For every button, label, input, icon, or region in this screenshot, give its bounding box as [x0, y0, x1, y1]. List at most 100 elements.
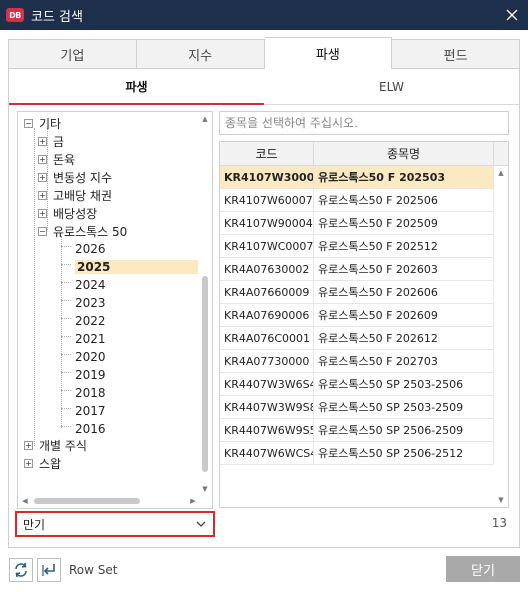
tree-node-eurostoxx50[interactable]: − 유로스톡스 50 — [38, 222, 127, 240]
expand-icon[interactable]: + — [38, 136, 47, 146]
result-count: 13 — [491, 516, 507, 530]
table-row-selected[interactable]: KR4107W30000 유로스톡스50 F 202503 — [220, 166, 494, 189]
tree-node-individual-stock[interactable]: + 개별 주식 — [24, 436, 87, 454]
scroll-down-icon[interactable]: ▼ — [496, 495, 506, 505]
table-row[interactable]: KR4A07630002 유로스톡스50 F 202603 — [220, 258, 494, 281]
scroll-thumb[interactable] — [202, 276, 208, 472]
year-label: 2020 — [75, 350, 106, 364]
subtab-derivatives[interactable]: 파생 — [9, 69, 264, 105]
table-row[interactable]: KR4407W3W6S4 유로스톡스50 SP 2503-2506 — [220, 373, 494, 396]
tree-node-year[interactable]: 2024 — [75, 276, 106, 294]
tree-vertical-scrollbar[interactable]: ▲ ▼ — [200, 114, 210, 494]
title-bar: DB 코드 검색 — [0, 0, 528, 30]
expand-icon[interactable]: + — [24, 458, 33, 468]
table-row[interactable]: KR4A076C0001 유로스톡스50 F 202612 — [220, 327, 494, 350]
subtab-elw[interactable]: ELW — [264, 69, 519, 104]
derivatives-panel: 파생 ELW − 기타 + 금 + 돈육 + 변동성 지수 + 고배당 채권 +… — [8, 69, 520, 548]
table-row[interactable]: KR4A07690006 유로스톡스50 F 202609 — [220, 304, 494, 327]
tree-node-other[interactable]: − 기타 — [24, 114, 61, 132]
grid-vertical-scrollbar[interactable]: ▲ ▼ — [496, 168, 506, 505]
name-cell: 유로스톡스50 F 202603 — [314, 258, 494, 280]
tree-node-year[interactable]: 2026 — [75, 240, 106, 258]
close-button[interactable]: 닫기 — [446, 556, 520, 582]
tree-node-year[interactable]: 2021 — [75, 330, 106, 348]
collapse-icon[interactable]: − — [24, 118, 33, 128]
stock-grid[interactable]: 코드 종목명 KR4107W30000 유로스톡스50 F 202503 KR41… — [219, 141, 509, 508]
name-cell: 유로스톡스50 F 202612 — [314, 327, 494, 349]
tree-node-dividend-growth[interactable]: + 배당성장 — [38, 204, 97, 222]
table-row[interactable]: KR4107W90004 유로스톡스50 F 202509 — [220, 212, 494, 235]
name-cell: 유로스톡스50 F 202506 — [314, 189, 494, 211]
tree-node-pork[interactable]: + 돈육 — [38, 150, 75, 168]
tree-node-label: 개별 주식 — [39, 438, 87, 453]
tree-node-label: 기타 — [39, 116, 62, 131]
tree-node-year[interactable]: 2019 — [75, 366, 106, 384]
table-row[interactable]: KR4107WC0007 유로스톡스50 F 202512 — [220, 235, 494, 258]
tab-company[interactable]: 기업 — [8, 39, 137, 69]
code-cell: KR4407W6WCS4 — [220, 442, 314, 464]
expand-icon[interactable]: + — [38, 190, 47, 200]
tree-node-label: 스왑 — [39, 456, 62, 471]
year-label: 2021 — [75, 332, 106, 346]
code-cell: KR4A07660009 — [220, 281, 314, 303]
scroll-up-icon[interactable]: ▲ — [200, 114, 210, 124]
collapse-icon[interactable]: − — [38, 226, 47, 236]
table-row[interactable]: KR4A07730000 유로스톡스50 F 202703 — [220, 350, 494, 373]
expand-icon[interactable]: + — [38, 154, 47, 164]
tree-node-gold[interactable]: + 금 — [38, 132, 64, 150]
code-cell: KR4107WC0007 — [220, 235, 314, 257]
name-cell: 유로스톡스50 SP 2503-2506 — [314, 373, 494, 395]
year-label: 2024 — [75, 278, 106, 292]
tree-node-year[interactable]: 2022 — [75, 312, 106, 330]
expand-icon[interactable]: + — [38, 172, 47, 182]
maturity-select[interactable]: 만기 — [15, 511, 215, 537]
tree-node-label: 고배당 채권 — [53, 188, 113, 203]
expand-icon[interactable]: + — [38, 208, 47, 218]
table-row[interactable]: KR4407W6WCS4 유로스톡스50 SP 2506-2512 — [220, 442, 494, 465]
maturity-select-value: 만기 — [23, 517, 46, 532]
tree-node-year[interactable]: 2020 — [75, 348, 106, 366]
name-cell: 유로스톡스50 F 202606 — [314, 281, 494, 303]
name-cell: 유로스톡스50 F 202609 — [314, 304, 494, 326]
name-cell: 유로스톡스50 F 202509 — [314, 212, 494, 234]
tree-horizontal-scrollbar[interactable]: ◀ ▶ — [20, 496, 198, 506]
tree-node-label: 금 — [53, 134, 65, 149]
name-cell: 유로스톡스50 SP 2506-2509 — [314, 419, 494, 441]
tree-node-year[interactable]: 2018 — [75, 384, 106, 402]
scroll-thumb[interactable] — [34, 498, 140, 504]
table-row[interactable]: KR4A07660009 유로스톡스50 F 202606 — [220, 281, 494, 304]
name-cell: 유로스톡스50 F 202503 — [314, 166, 494, 188]
table-row[interactable]: KR4107W60007 유로스톡스50 F 202506 — [220, 189, 494, 212]
table-row[interactable]: KR4407W6W9S5 유로스톡스50 SP 2506-2509 — [220, 419, 494, 442]
expand-icon[interactable]: + — [24, 440, 33, 450]
year-label: 2022 — [75, 314, 106, 328]
tree-node-swap[interactable]: + 스왑 — [24, 454, 61, 472]
window-close-button[interactable] — [502, 5, 522, 25]
code-cell: KR4A07690006 — [220, 304, 314, 326]
scroll-left-icon[interactable]: ◀ — [20, 496, 30, 506]
tab-index[interactable]: 지수 — [136, 39, 265, 69]
name-cell: 유로스톡스50 SP 2503-2509 — [314, 396, 494, 418]
code-cell: KR4107W60007 — [220, 189, 314, 211]
code-cell: KR4107W30000 — [220, 166, 314, 188]
tree-node-high-dividend-bond[interactable]: + 고배당 채권 — [38, 186, 112, 204]
scroll-right-icon[interactable]: ▶ — [188, 496, 198, 506]
tab-fund[interactable]: 펀드 — [392, 39, 520, 69]
apply-rowset-button[interactable] — [37, 558, 61, 582]
tree-node-label: 유로스톡스 50 — [53, 224, 128, 239]
tree-node-volatility-index[interactable]: + 변동성 지수 — [38, 168, 112, 186]
table-row[interactable]: KR4407W3W9S8 유로스톡스50 SP 2503-2509 — [220, 396, 494, 419]
refresh-button[interactable] — [9, 558, 33, 582]
stock-search-input[interactable] — [219, 111, 509, 135]
scroll-up-icon[interactable]: ▲ — [496, 168, 506, 178]
tree-node-year[interactable]: 2023 — [75, 294, 106, 312]
tree-node-year[interactable]: 2017 — [75, 402, 106, 420]
category-tree[interactable]: − 기타 + 금 + 돈육 + 변동성 지수 + 고배당 채권 + 배당성장 −… — [17, 111, 213, 509]
scroll-down-icon[interactable]: ▼ — [200, 484, 210, 494]
column-header-name[interactable]: 종목명 — [314, 142, 494, 165]
tab-derivatives[interactable]: 파생 — [264, 37, 393, 69]
column-header-code[interactable]: 코드 — [220, 142, 314, 165]
tree-node-year-selected[interactable]: 2025 — [75, 258, 198, 276]
code-cell: KR4407W3W6S4 — [220, 373, 314, 395]
close-icon — [506, 9, 518, 21]
